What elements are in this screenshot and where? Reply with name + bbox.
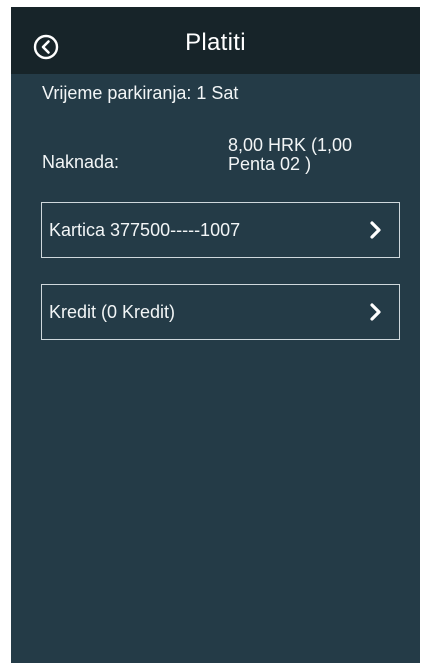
chevron-right-icon	[370, 303, 381, 321]
parking-duration-text: Vrijeme parkiranja: 1 Sat	[42, 83, 239, 103]
fee-value-line-1: 8,00 HRK (1,00	[228, 135, 353, 155]
pay-with-credit-button[interactable]: Kredit (0 Kredit)	[41, 284, 400, 340]
pay-with-card-button[interactable]: Kartica 377500-----1007	[41, 202, 400, 258]
header-bar: Platiti	[11, 7, 420, 74]
card-option-label: Kartica 377500-----1007	[49, 219, 241, 240]
app-screen: Platiti Vrijeme parkiranja: 1 Sat Naknad…	[11, 7, 420, 663]
fee-value-line-2: Penta 02 )	[228, 154, 312, 174]
credit-option-label: Kredit (0 Kredit)	[49, 301, 176, 322]
page-title: Platiti	[185, 29, 246, 56]
fee-label: Naknada:	[42, 152, 120, 172]
chevron-right-icon	[370, 221, 381, 239]
fee-value: 8,00 HRK (1,00 Penta 02 )	[228, 136, 418, 174]
